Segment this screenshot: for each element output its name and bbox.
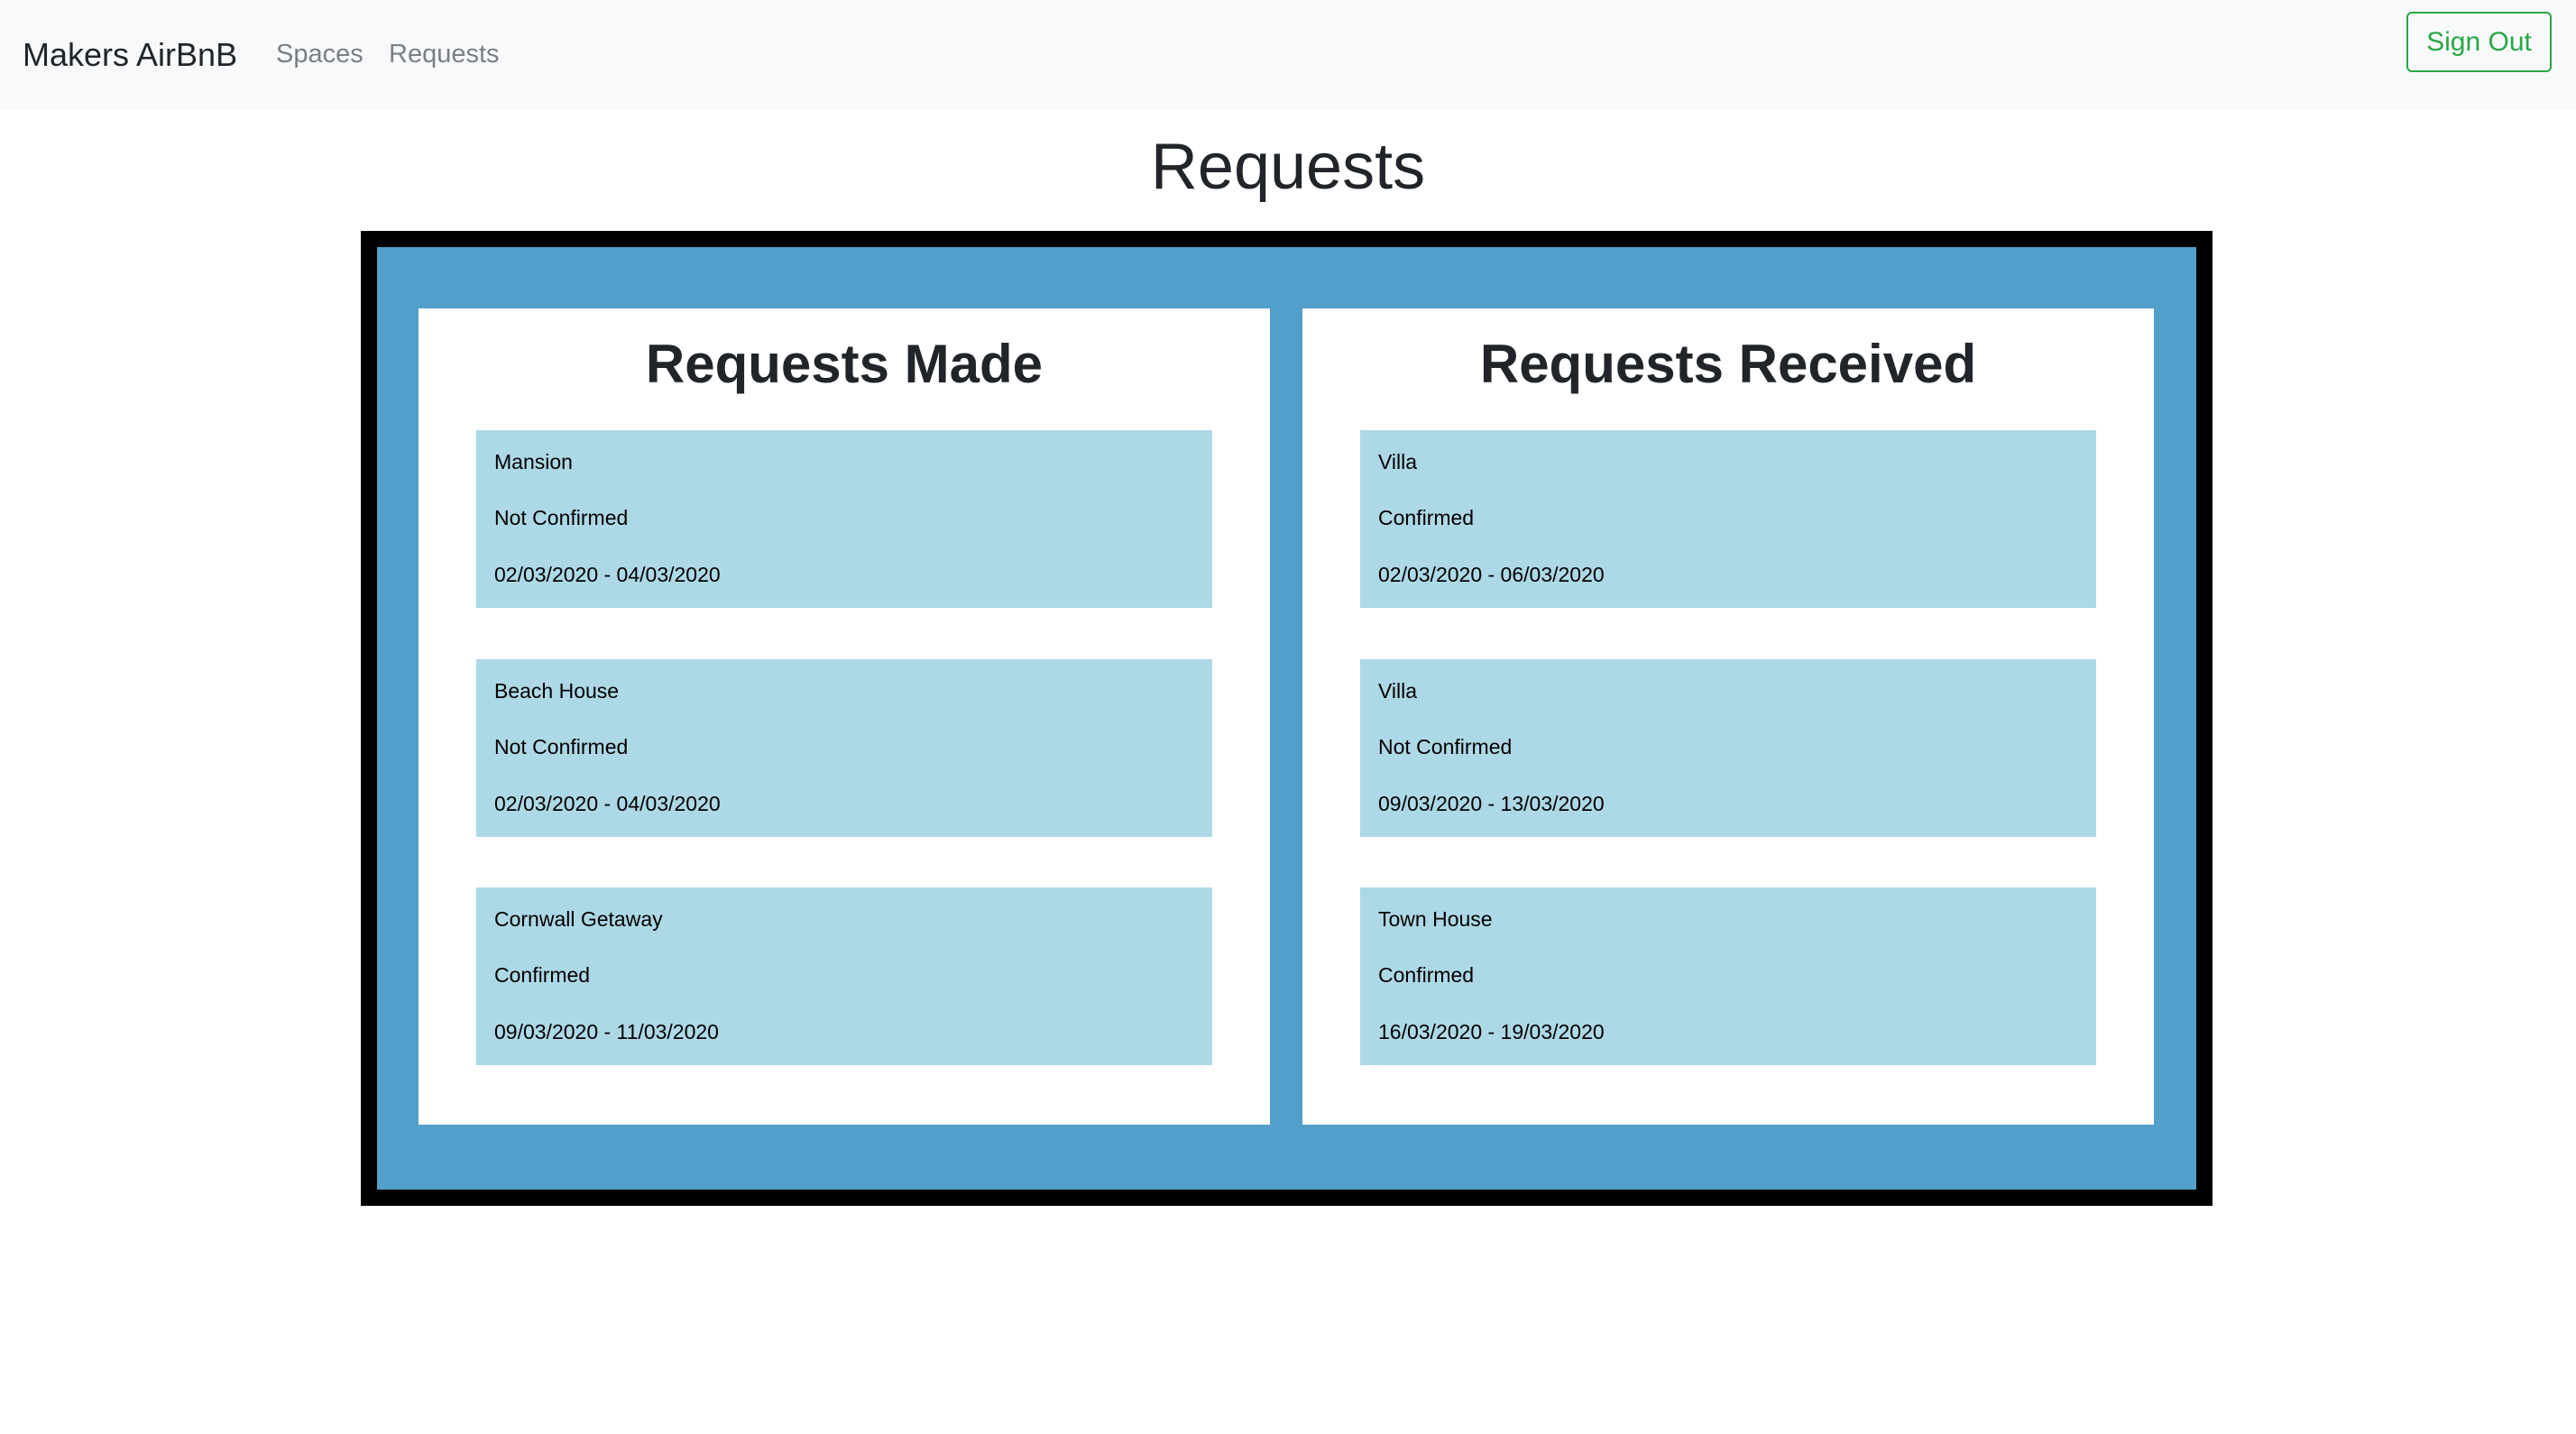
- request-space-name: Beach House: [494, 679, 620, 703]
- requests-made-title: Requests Made: [645, 334, 1044, 394]
- request-space-name: Cornwall Getaway: [494, 907, 663, 931]
- brand-link[interactable]: Makers AirBnB: [23, 32, 237, 78]
- request-dates: 16/03/2020 - 19/03/2020: [1378, 1020, 1605, 1043]
- request-status: Confirmed: [1378, 963, 1475, 987]
- requests-panel: Requests Made Mansion Not Confirmed 02/0…: [377, 247, 2196, 1190]
- request-dates: 02/03/2020 - 06/03/2020: [1378, 563, 1605, 586]
- request-dates: 02/03/2020 - 04/03/2020: [494, 563, 721, 586]
- nav-link-spaces[interactable]: Spaces: [276, 34, 363, 74]
- request-dates: 09/03/2020 - 13/03/2020: [1378, 792, 1605, 815]
- request-space-name: Villa: [1378, 679, 1418, 703]
- requests-received-title: Requests Received: [1479, 334, 1977, 394]
- request-status: Not Confirmed: [494, 506, 629, 529]
- request-received-card: Villa Confirmed 02/03/2020 - 06/03/2020: [1360, 430, 2096, 608]
- request-received-card: Town House Confirmed 16/03/2020 - 19/03/…: [1360, 887, 2096, 1065]
- request-received-card: Villa Not Confirmed 09/03/2020 - 13/03/2…: [1360, 659, 2096, 837]
- request-space-name: Mansion: [494, 450, 573, 473]
- request-status: Not Confirmed: [1378, 735, 1513, 758]
- requests-made-column: Requests Made Mansion Not Confirmed 02/0…: [419, 308, 1270, 1125]
- request-dates: 02/03/2020 - 04/03/2020: [494, 792, 721, 815]
- navbar: Makers AirBnB Spaces Requests Sign Out: [0, 0, 2576, 110]
- request-made-card: Cornwall Getaway Confirmed 09/03/2020 - …: [476, 887, 1212, 1065]
- sign-out-button[interactable]: Sign Out: [2406, 12, 2552, 72]
- request-space-name: Town House: [1378, 907, 1493, 931]
- request-dates: 09/03/2020 - 11/03/2020: [494, 1020, 719, 1043]
- nav-link-requests[interactable]: Requests: [389, 34, 500, 74]
- request-status: Confirmed: [494, 963, 591, 987]
- request-status: Confirmed: [1378, 506, 1475, 529]
- request-made-card: Beach House Not Confirmed 02/03/2020 - 0…: [476, 659, 1212, 837]
- page-title: Requests: [1150, 131, 1426, 203]
- request-space-name: Villa: [1378, 450, 1418, 473]
- requests-received-column: Requests Received Villa Confirmed 02/03/…: [1302, 308, 2154, 1125]
- requests-frame: Requests Made Mansion Not Confirmed 02/0…: [361, 231, 2213, 1206]
- request-status: Not Confirmed: [494, 735, 629, 758]
- request-made-card: Mansion Not Confirmed 02/03/2020 - 04/03…: [476, 430, 1212, 608]
